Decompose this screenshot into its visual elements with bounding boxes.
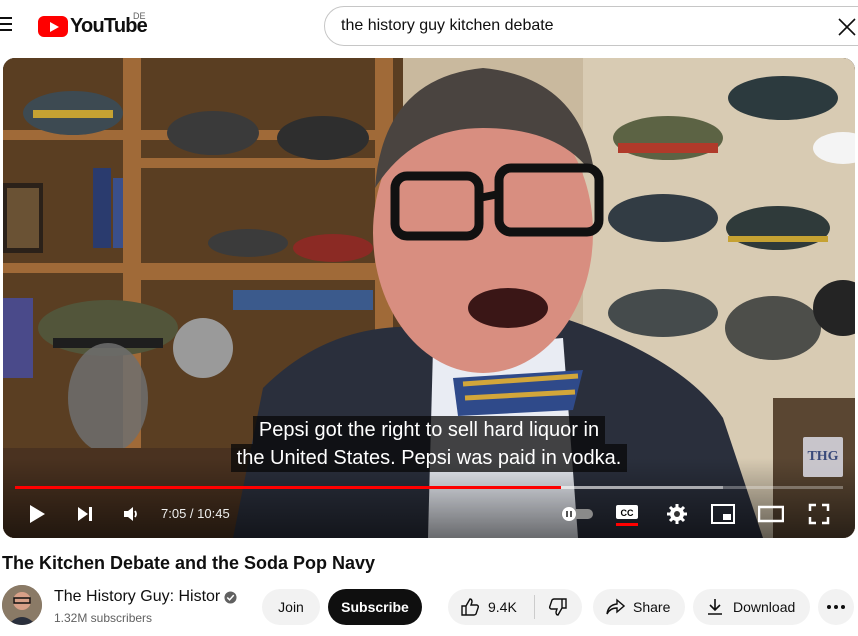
youtube-logo[interactable]: YouTube (38, 14, 148, 38)
like-button[interactable]: 9.4K (448, 589, 534, 625)
download-icon (708, 599, 722, 615)
settings-button[interactable] (663, 502, 691, 526)
channel-name[interactable]: The History Guy: Histor (54, 588, 220, 606)
progress-played (15, 486, 561, 489)
autoplay-toggle-icon (561, 507, 593, 521)
caption-line-1: Pepsi got the right to sell hard liquor … (252, 416, 606, 444)
share-label: Share (633, 599, 671, 615)
like-icon (461, 598, 480, 616)
avatar-image (2, 585, 42, 625)
youtube-logo-icon (38, 15, 68, 37)
subscriber-count: 1.32M subscribers (54, 611, 153, 625)
download-button[interactable]: Download (693, 589, 810, 625)
channel-watermark[interactable]: THG (803, 437, 843, 477)
caption-line-2: the United States. Pepsi was paid in vod… (230, 444, 628, 472)
volume-button[interactable] (117, 502, 145, 526)
top-bar: YouTube DE (0, 0, 858, 52)
video-player[interactable]: Pepsi got the right to sell hard liquor … (3, 58, 855, 538)
join-label: Join (278, 599, 304, 615)
subscribe-label: Subscribe (341, 599, 409, 615)
svg-text:CC: CC (621, 508, 634, 518)
progress-bar[interactable] (15, 486, 843, 489)
dislike-button[interactable] (535, 589, 581, 625)
join-button[interactable]: Join (262, 589, 320, 625)
more-icon (827, 605, 845, 609)
like-count: 9.4K (488, 599, 517, 615)
search-box (324, 6, 858, 46)
clear-icon[interactable] (837, 17, 857, 37)
share-button[interactable]: Share (593, 589, 685, 625)
region-code: DE (133, 11, 146, 21)
play-icon (30, 505, 45, 523)
fullscreen-button[interactable] (805, 502, 833, 526)
autoplay-toggle[interactable] (559, 502, 595, 526)
time-display: 7:05 / 10:45 (161, 506, 230, 521)
play-button[interactable] (23, 502, 51, 526)
channel-avatar[interactable] (2, 585, 42, 625)
verified-icon (224, 591, 237, 604)
subscribe-button[interactable]: Subscribe (328, 589, 422, 625)
download-label: Download (733, 599, 796, 615)
settings-icon (667, 504, 687, 524)
theater-icon (758, 505, 784, 523)
volume-icon (124, 507, 137, 521)
more-actions-button[interactable] (818, 589, 854, 625)
dislike-icon (548, 598, 567, 616)
search-input[interactable] (341, 7, 811, 45)
captions-button[interactable]: CC (613, 502, 641, 526)
miniplayer-icon (711, 504, 735, 524)
fullscreen-icon (808, 503, 830, 525)
video-title: The Kitchen Debate and the Soda Pop Navy (2, 553, 376, 573)
captions: Pepsi got the right to sell hard liquor … (3, 416, 855, 472)
menu-icon[interactable] (0, 17, 14, 31)
share-icon (606, 598, 625, 615)
miniplayer-button[interactable] (709, 502, 737, 526)
theater-button[interactable] (757, 502, 785, 526)
like-dislike-group: 9.4K (448, 589, 582, 625)
next-icon (78, 507, 92, 521)
next-button[interactable] (71, 502, 99, 526)
captions-icon: CC (616, 505, 638, 526)
